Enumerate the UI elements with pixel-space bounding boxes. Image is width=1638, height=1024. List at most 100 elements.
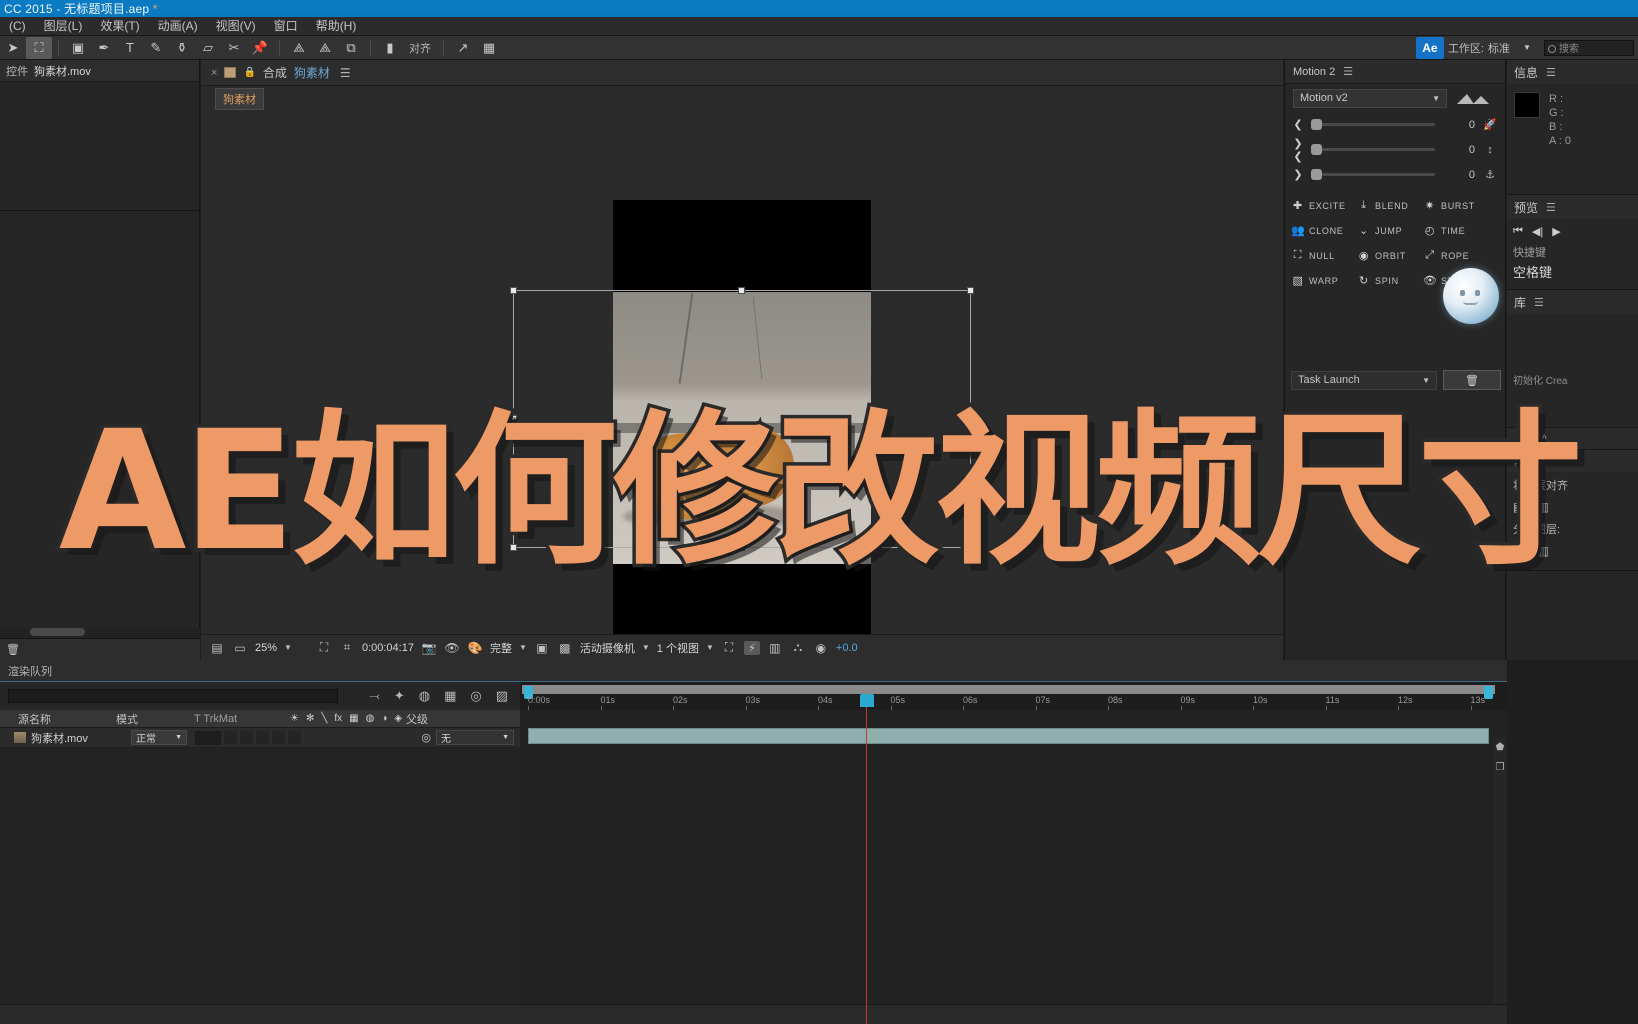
layer-trkmat-cell[interactable] [195,730,221,745]
motion2-button-rope[interactable]: ⤢ ROPE [1423,243,1489,268]
motion2-panel-menu-icon[interactable]: ☰ [1343,65,1353,78]
layer-blend-mode-dropdown[interactable]: 正常 ▼ [131,730,187,745]
handle-ne[interactable] [967,287,974,294]
puppet-selection-tool-icon[interactable]: ⛶ [26,36,52,59]
timeline-track-area[interactable]: ⬟ ❐ [520,710,1507,1024]
layer-lock-switch[interactable] [256,731,269,744]
fast-previews-icon[interactable]: ⚡ [743,640,760,655]
motion2-button-burst[interactable]: ✷ BURST [1423,193,1489,218]
active-camera-label[interactable]: 活动摄像机 [580,640,635,656]
selection-tool-icon[interactable]: ➤ [0,37,26,59]
project-delete-icon[interactable]: 🗑 [6,643,20,656]
motion2-button-time[interactable]: ◴ TIME [1423,218,1489,243]
motion2-slider-3-value[interactable]: 0 [1441,169,1475,181]
safe-zones-icon[interactable]: ⛶ [316,640,332,655]
task-launch-dropdown[interactable]: Task Launch ▼ [1291,370,1437,390]
workspace-chevron-down-icon[interactable]: ▼ [1514,37,1540,59]
current-time-indicator[interactable] [860,694,874,1024]
type-tool-icon[interactable]: T [117,37,143,59]
library-panel-menu-icon[interactable]: ☰ [1534,296,1544,309]
layer-effects-switch[interactable] [272,731,285,744]
menu-item-composition[interactable]: (C) [0,17,35,36]
handle-s[interactable] [738,544,745,551]
motion2-button-blend[interactable]: ⤓ BLEND [1357,193,1423,218]
comp-flowchart-icon[interactable]: ⛬ [790,640,806,655]
library-text-icon[interactable]: A [1540,432,1548,446]
views-chevron-down-icon[interactable]: ▼ [706,643,714,652]
grid-guides-icon[interactable]: ⌗ [339,640,355,655]
motion2-button-warp[interactable]: ▧ WARP [1291,268,1357,293]
align-left-icon[interactable]: ▤ [1513,498,1524,517]
anchor-icon[interactable]: ⚓ [1481,168,1499,181]
menu-item-view[interactable]: 视图(V) [207,17,265,36]
view-count-label[interactable]: 1 个视图 [657,640,699,656]
vertical-arrows-icon[interactable]: ↕ [1481,144,1499,156]
layer-name[interactable]: 狗素材.mov [31,730,131,746]
motion2-version-dropdown[interactable]: Motion v2 ▼ [1293,88,1447,108]
brush-tool-icon[interactable]: ✎ [143,37,169,59]
timeline-frame-blend-icon[interactable]: ▦ [444,688,456,704]
handle-e[interactable] [967,415,974,422]
info-panel-menu-icon[interactable]: ☰ [1546,66,1556,79]
current-timecode[interactable]: 0:00:04:17 [362,642,414,654]
timeline-motion-blur-icon[interactable]: ◍ [419,688,430,704]
zoom-level[interactable]: 25% [255,642,277,654]
tab-render-queue[interactable]: 渲染队列 [8,663,52,679]
step-back-icon[interactable]: ◀| [1532,225,1543,238]
puppet-pin-tool-icon[interactable]: 📌 [247,37,273,59]
task-delete-button[interactable]: 🗑 [1443,370,1501,390]
handle-se[interactable] [967,544,974,551]
project-panel-scrollbar[interactable] [0,628,200,638]
always-preview-icon[interactable]: ▤ [209,641,225,655]
handle-nw[interactable] [510,287,517,294]
zoom-chevron-down-icon[interactable]: ▼ [284,643,292,652]
timeline-3d-renderer-icon[interactable]: ✦ [394,688,405,704]
exposure-reset-icon[interactable]: ◉ [813,641,829,655]
preview-panel-menu-icon[interactable]: ☰ [1546,201,1556,214]
work-area-bar[interactable] [522,685,1495,699]
layer-video-switch[interactable] [224,731,237,744]
exposure-value[interactable]: +0.0 [836,642,858,654]
composition-panel-menu-icon[interactable]: ☰ [340,66,351,80]
close-icon[interactable]: × [211,67,217,79]
layer-3d-switch[interactable] [288,731,301,744]
motion2-slider-1-value[interactable]: 0 [1441,119,1475,131]
motion2-slider-3[interactable] [1311,169,1435,180]
puppet-starch-tool-icon[interactable]: ⟁ [312,37,338,59]
motion2-button-spin[interactable]: ↻ SPIN [1357,268,1423,293]
search-input[interactable]: 搜索 [1544,39,1634,56]
channel-rgb-icon[interactable]: 🎨 [467,641,483,655]
motion2-button-clone[interactable]: 👥 CLONE [1291,218,1357,243]
composition-chip[interactable]: 狗素材 [215,88,264,110]
motion2-button-null[interactable]: ⛶ NULL [1291,243,1357,268]
menu-item-layer[interactable]: 图层(L) [35,17,92,36]
menu-item-effect[interactable]: 效果(T) [91,17,148,36]
rocket-icon[interactable]: 🚀 [1481,118,1499,131]
align-center-icon[interactable]: ▥ [1537,498,1548,517]
snapping-tool-icon[interactable]: ↗ [450,37,476,59]
grid-tool-icon[interactable]: ▦ [476,37,502,59]
lock-icon[interactable]: 🔒 [243,67,255,78]
distribute-top-icon[interactable]: ▤ [1513,542,1524,561]
pixel-aspect-correction-icon[interactable]: ⛶ [721,640,737,655]
timeline-shy-icon[interactable]: ◎ [470,688,481,704]
region-of-interest-icon[interactable]: ▣ [534,641,550,655]
tab-effect-controls-file[interactable]: 狗素材.mov [34,63,91,79]
motion2-button-excite[interactable]: ✚ EXCITE [1291,193,1357,218]
menu-item-help[interactable]: 帮助(H) [307,17,366,36]
motion2-mountain-icon[interactable] [1453,89,1497,108]
camera-chevron-down-icon[interactable]: ▼ [642,643,650,652]
motion2-button-jump[interactable]: ⌄ JUMP [1357,218,1423,243]
layer-selection-bounding-box[interactable] [510,287,974,551]
menu-item-animation[interactable]: 动画(A) [149,17,207,36]
handle-n[interactable] [738,287,745,294]
menu-item-window[interactable]: 窗口 [265,17,307,36]
timeline-layer-duration-bar[interactable] [528,728,1489,744]
puppet-mesh-tool-icon[interactable]: ⧉ [338,37,364,59]
parent-pickwhip-icon[interactable]: ◎ [421,731,431,744]
transparency-grid-icon[interactable]: ▩ [557,641,573,655]
resolution-quality[interactable]: 完整 [490,640,512,656]
composition-viewer[interactable] [201,112,1283,634]
timeline-comp-marker-icon[interactable]: ⬟ [1496,742,1505,753]
distribute-middle-icon[interactable]: ▥ [1537,542,1548,561]
